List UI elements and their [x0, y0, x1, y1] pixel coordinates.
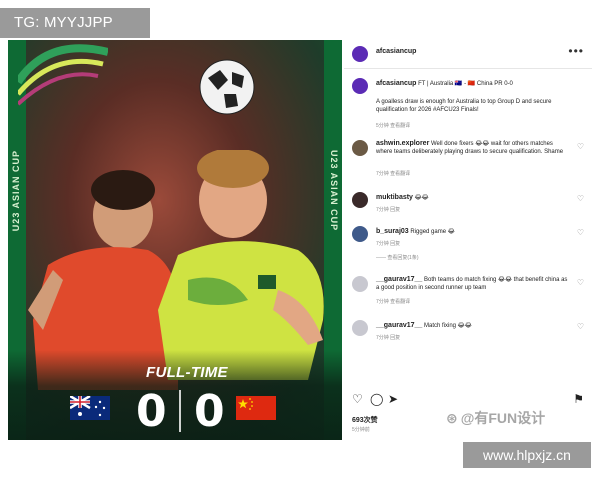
post-header: afcasiancup ••• [352, 44, 584, 64]
comment-meta[interactable]: 7分钟 回复 [376, 334, 400, 341]
comment-text: muktibasty 😂😂 [376, 194, 429, 201]
watermark-logo-icon: ⊛ [446, 410, 458, 426]
account-avatar[interactable] [352, 46, 368, 62]
more-dots-icon[interactable]: ••• [568, 44, 584, 58]
likes-count[interactable]: 693次赞 [352, 415, 378, 425]
player-australia [158, 150, 324, 380]
heart-icon[interactable]: ♡ [577, 228, 584, 237]
watermark-top: TG: MYYJJPP [0, 8, 150, 38]
side-text-left: U23 ASIAN CUP [11, 150, 21, 232]
commenter-avatar[interactable] [352, 226, 368, 242]
heart-icon[interactable]: ♡ [577, 194, 584, 203]
comment-meta[interactable]: 7分钟 回复 [376, 240, 400, 247]
comment-bubble-icon[interactable]: ◯ [370, 392, 383, 406]
commenter-avatar[interactable] [352, 320, 368, 336]
account-name[interactable]: afcasiancup [376, 48, 416, 55]
comment-item: muktibasty 😂😂 7分钟 回复 ♡ [352, 190, 584, 214]
post-panel: afcasiancup ••• afcasiancup FT | Austral… [344, 40, 592, 440]
comment-item: __gaurav17__ Match fixing 😂😂 7分钟 回复 ♡ [352, 318, 584, 346]
header-divider [344, 68, 592, 69]
view-replies-link[interactable]: —— 查看回复(1条) [376, 254, 419, 261]
heart-icon[interactable]: ♡ [577, 322, 584, 331]
comment-item: b_suraj03 Rigged game 😂 7分钟 回复 —— 查看回复(1… [352, 224, 584, 264]
heart-icon[interactable]: ♡ [577, 142, 584, 151]
caption-meta[interactable]: 5分钟 查看翻译 [376, 122, 410, 129]
comment-meta[interactable]: 7分钟 回复 [376, 206, 400, 213]
comment-text: __gaurav17__ Both teams do match fixing … [376, 276, 568, 291]
comment-meta[interactable]: 7分钟 查看翻译 [376, 298, 410, 305]
comment-text: b_suraj03 Rigged game 😂 [376, 228, 455, 235]
australia-flag-icon [70, 396, 110, 420]
action-bar: ♡ ◯ ➤ ⚑ [352, 392, 584, 408]
china-flag-icon [236, 396, 276, 420]
caption-avatar[interactable] [352, 78, 368, 94]
like-heart-icon[interactable]: ♡ [352, 392, 363, 406]
full-time-label: FULL-TIME [146, 364, 228, 381]
share-send-icon[interactable]: ➤ [388, 392, 398, 406]
commenter-avatar[interactable] [352, 276, 368, 292]
comment-meta[interactable]: 7分钟 查看翻译 [376, 170, 410, 177]
football-icon [199, 59, 255, 115]
score-australia: 0 [136, 386, 167, 437]
afc-swoosh-logo [18, 44, 108, 106]
heart-icon[interactable]: ♡ [577, 278, 584, 287]
comment-text: __gaurav17__ Match fixing 😂😂 [376, 322, 472, 329]
bookmark-icon[interactable]: ⚑ [573, 392, 584, 406]
post-date: 5分钟前 [352, 427, 370, 433]
caption-text: afcasiancup FT | Australia 🇦🇺 - 🇨🇳 China… [376, 80, 513, 87]
watermark-mid: ⊛ @有FUN设计 [446, 410, 546, 426]
score-divider [179, 390, 181, 432]
commenter-avatar[interactable] [352, 192, 368, 208]
post-photo[interactable]: U23 ASIAN CUP U23 ASIAN CUP FULL-TIME 0 … [8, 40, 342, 440]
side-text-right: U23 ASIAN CUP [329, 150, 339, 232]
caption-body: A goalless draw is enough for Australia … [376, 99, 552, 113]
comment-item: ashwin.explorer Well done fixers 😂😂 wait… [352, 138, 584, 182]
score-china: 0 [194, 386, 225, 437]
comment-item: __gaurav17__ Both teams do match fixing … [352, 274, 584, 314]
commenter-avatar[interactable] [352, 140, 368, 156]
comment-text: ashwin.explorer Well done fixers 😂😂 wait… [376, 140, 564, 155]
watermark-bottom: www.hlpxjz.cn [463, 442, 591, 468]
post-caption: afcasiancup FT | Australia 🇦🇺 - 🇨🇳 China… [352, 78, 584, 129]
